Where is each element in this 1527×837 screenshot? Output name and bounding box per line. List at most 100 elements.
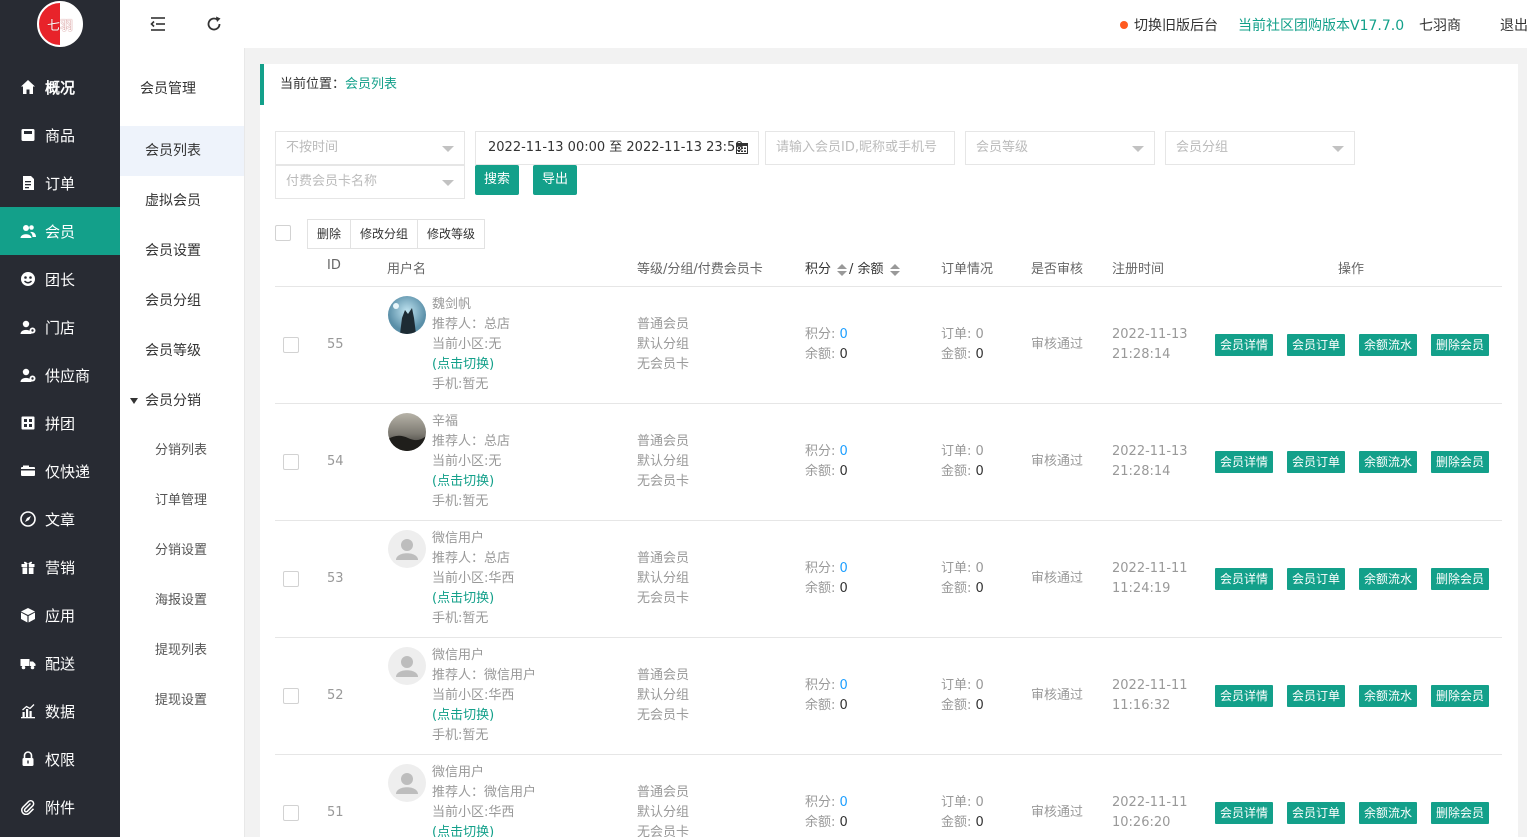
member-search-input[interactable]: 请输入会员ID,昵称或手机号	[765, 131, 955, 165]
nav-item[interactable]: 仅快递	[0, 447, 120, 495]
sort-balance-icon[interactable]	[889, 263, 900, 276]
member-detail-button[interactable]: 会员详情	[1215, 802, 1274, 824]
subnav-group-distribution[interactable]: 会员分销	[120, 376, 244, 426]
bulk-change-level-button[interactable]: 修改等级	[418, 220, 485, 248]
subnav-subitem[interactable]: 分销列表	[120, 426, 244, 476]
points-value[interactable]: 0	[840, 795, 848, 810]
sort-points-icon[interactable]	[837, 263, 848, 276]
bulk-delete-button[interactable]: 删除	[308, 220, 352, 248]
balance-flow-button[interactable]: 余额流水	[1359, 568, 1418, 590]
row-checkbox[interactable]	[283, 805, 299, 821]
bulk-change-group-button[interactable]: 修改分组	[351, 220, 419, 248]
breadcrumb-current[interactable]: 会员列表	[345, 77, 397, 92]
time-filter-select[interactable]: 不按时间	[275, 131, 465, 165]
delete-member-button[interactable]: 删除会员	[1431, 802, 1490, 824]
date-range-input[interactable]: 2022-11-13 00:00 至 2022-11-13 23:59	[475, 131, 759, 165]
member-detail-button[interactable]: 会员详情	[1215, 568, 1274, 590]
col-points-balance[interactable]: 积分 / 余额	[805, 258, 902, 277]
points-value[interactable]: 0	[840, 327, 848, 342]
subnav-item[interactable]: 虚拟会员	[120, 176, 244, 226]
nav-item[interactable]: 营销	[0, 543, 120, 591]
nav-item[interactable]: 订单	[0, 159, 120, 207]
member-level-select[interactable]: 会员等级	[965, 131, 1155, 165]
nav-item[interactable]: 概况	[0, 63, 120, 111]
nav-item-label: 供应商	[45, 366, 91, 385]
member-card-select[interactable]: 付费会员卡名称	[275, 165, 465, 199]
member-id: 53	[327, 571, 344, 586]
subnav-subitem[interactable]: 提现列表	[120, 626, 244, 676]
nav-item[interactable]: 供应商	[0, 351, 120, 399]
row-checkbox[interactable]	[283, 337, 299, 353]
switch-community-link[interactable]: (点击切换)	[432, 472, 510, 492]
row-checkbox[interactable]	[283, 571, 299, 587]
nav-item[interactable]: 附件	[0, 783, 120, 831]
points-value[interactable]: 0	[840, 678, 848, 693]
export-button[interactable]: 导出	[533, 165, 577, 195]
balance-flow-button[interactable]: 余额流水	[1359, 802, 1418, 824]
subnav-item[interactable]: 会员列表	[120, 126, 244, 176]
order-label: 订单:	[941, 678, 976, 693]
subnav-subitem[interactable]: 海报设置	[120, 576, 244, 626]
row-divider	[275, 637, 1502, 638]
balance-flow-button[interactable]: 余额流水	[1359, 334, 1418, 356]
member-detail-button[interactable]: 会员详情	[1215, 685, 1274, 707]
switch-old-admin-link[interactable]: 切换旧版后台	[1120, 15, 1218, 35]
switch-community-link[interactable]: (点击切换)	[432, 823, 536, 837]
points-value[interactable]: 0	[840, 444, 848, 459]
member-detail-button[interactable]: 会员详情	[1215, 334, 1274, 356]
logo[interactable]: 七羽	[0, 0, 120, 48]
nav-item[interactable]: 会员	[0, 207, 120, 255]
switch-community-link[interactable]: (点击切换)	[432, 706, 536, 726]
delete-member-button[interactable]: 删除会员	[1431, 568, 1490, 590]
merchant-name[interactable]: 七羽商	[1419, 15, 1461, 35]
nav-item-label: 权限	[45, 750, 76, 769]
nav-item[interactable]: 团长	[0, 255, 120, 303]
delete-member-button[interactable]: 删除会员	[1431, 451, 1490, 473]
referrer-value: 总店	[484, 434, 511, 449]
breadcrumb: 当前位置：会员列表	[260, 64, 1518, 105]
nav-item[interactable]: 配送	[0, 639, 120, 687]
register-date: 2022-11-13	[1112, 444, 1188, 459]
nav-item-label: 团长	[45, 270, 76, 289]
collapse-menu-icon[interactable]	[148, 14, 168, 34]
member-card: 无会员卡	[637, 825, 690, 837]
points-value[interactable]: 0	[840, 561, 848, 576]
switch-community-link[interactable]: (点击切换)	[432, 589, 514, 609]
order-summary: 订单: 0 金额: 0	[941, 325, 984, 365]
member-orders-button[interactable]: 会员订单	[1287, 451, 1346, 473]
nav-item[interactable]: 拼团	[0, 399, 120, 447]
subnav-subitem[interactable]: 提现设置	[120, 676, 244, 726]
logout-link[interactable]: 退出	[1500, 15, 1527, 35]
row-checkbox[interactable]	[283, 688, 299, 704]
member-level-info: 普通会员 默认分组 无会员卡	[637, 315, 689, 375]
subnav-item[interactable]: 会员分组	[120, 276, 244, 326]
member-orders-button[interactable]: 会员订单	[1287, 568, 1346, 590]
nav-item[interactable]: 权限	[0, 735, 120, 783]
nav-item[interactable]: 门店	[0, 303, 120, 351]
subnav-item[interactable]: 会员设置	[120, 226, 244, 276]
member-group-select[interactable]: 会员分组	[1165, 131, 1355, 165]
row-checkbox[interactable]	[283, 454, 299, 470]
switch-community-link[interactable]: (点击切换)	[432, 355, 510, 375]
member-orders-button[interactable]: 会员订单	[1287, 685, 1346, 707]
delete-member-button[interactable]: 删除会员	[1431, 685, 1490, 707]
member-detail-button[interactable]: 会员详情	[1215, 451, 1274, 473]
subnav-subitem[interactable]: 订单管理	[120, 476, 244, 526]
nav-item[interactable]: 商品	[0, 111, 120, 159]
member-orders-button[interactable]: 会员订单	[1287, 334, 1346, 356]
nav-item[interactable]: 数据	[0, 687, 120, 735]
member-orders-button[interactable]: 会员订单	[1287, 802, 1346, 824]
subnav-subitem[interactable]: 分销设置	[120, 526, 244, 576]
refresh-icon[interactable]	[204, 14, 224, 34]
search-button[interactable]: 搜索	[475, 165, 519, 195]
delete-member-button[interactable]: 删除会员	[1431, 334, 1490, 356]
nav-item[interactable]: 文章	[0, 495, 120, 543]
col-username: 用户名	[387, 262, 427, 277]
balance-flow-button[interactable]: 余额流水	[1359, 685, 1418, 707]
nav-item[interactable]: 应用	[0, 591, 120, 639]
subnav-item[interactable]: 会员等级	[120, 326, 244, 376]
balance-flow-button[interactable]: 余额流水	[1359, 451, 1418, 473]
version-link[interactable]: 当前社区团购版本V17.7.0	[1238, 15, 1404, 35]
select-all-checkbox[interactable]	[275, 225, 291, 241]
member-group: 默认分组	[637, 337, 690, 352]
